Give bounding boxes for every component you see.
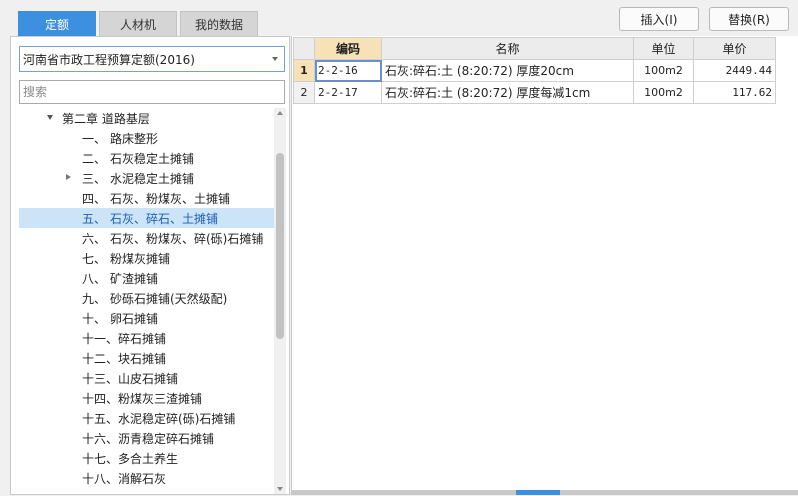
collapse-arrow-icon[interactable]	[66, 174, 71, 180]
cell-unit[interactable]: 100m2	[633, 81, 694, 104]
tree-item[interactable]: 八、 矿渣摊铺	[19, 268, 275, 288]
tree-item-label: 矿渣摊铺	[110, 271, 159, 286]
tab-my-data[interactable]: 我的数据	[180, 11, 258, 36]
column-header-code[interactable]: 编码	[314, 37, 382, 60]
corner-cell	[293, 37, 315, 60]
tree-item-number: 五、	[82, 211, 107, 226]
tree-item-label: 石灰、碎石、土摊铺	[110, 211, 219, 226]
tree-item[interactable]: 十五、 水泥稳定碎(砾)石摊铺	[19, 408, 275, 428]
tree-item-number: 十三、	[82, 371, 119, 386]
column-header-name[interactable]: 名称	[381, 37, 634, 60]
tree-item-number: 十、	[82, 311, 107, 326]
replace-button[interactable]: 替换(R)	[709, 7, 789, 31]
tree-item[interactable]: 第二章 道路基层	[19, 108, 275, 128]
cell-unit[interactable]: 100m2	[633, 59, 694, 82]
tree-item-number: 四、	[82, 191, 107, 206]
tree-item[interactable]: 三、 水泥稳定土摊铺	[19, 168, 275, 188]
tree-item[interactable]: 十七、 多合土养生	[19, 448, 275, 468]
cell-code[interactable]: 2-2-17	[314, 81, 382, 104]
tree-item[interactable]: 九、 砂砾石摊铺(天然级配)	[19, 288, 275, 308]
tree-scrollbar[interactable]	[274, 108, 286, 494]
tree-item[interactable]: 六、 石灰、粉煤灰、碎(砾)石摊铺	[19, 228, 275, 248]
tree-item[interactable]: 十八、 消解石灰	[19, 468, 275, 488]
tree-item-label: 路床整形	[110, 131, 159, 146]
cell-code[interactable]: 2-2-16	[314, 59, 382, 82]
cell-price[interactable]: 117.62	[693, 81, 776, 104]
tree-item[interactable]: 七、 粉煤灰摊铺	[19, 248, 275, 268]
expand-arrow-icon[interactable]	[47, 115, 53, 120]
tree-item-number: 七、	[82, 251, 107, 266]
search-input[interactable]	[19, 80, 285, 104]
tree-item[interactable]: 十四、 粉煤灰三渣摊铺	[19, 388, 275, 408]
chevron-down-icon	[272, 57, 278, 61]
tree-item-label: 第二章 道路基层	[62, 111, 150, 126]
scrollbar-thumb[interactable]	[276, 153, 284, 339]
tree-item[interactable]: 四、 石灰、粉煤灰、土摊铺	[19, 188, 275, 208]
table-row[interactable]: 2 2-2-17 石灰:碎石:土 (8:20:72) 厚度每减1cm 100m2…	[293, 81, 776, 104]
tree-item-label: 消解石灰	[118, 471, 167, 486]
splitter-handle[interactable]	[516, 490, 560, 495]
tree-item-number: 二、	[82, 151, 107, 166]
column-header-price[interactable]: 单价	[693, 37, 776, 60]
tree-item-label: 石灰、粉煤灰、土摊铺	[110, 191, 231, 206]
tree-item-number: 十一、	[82, 331, 119, 346]
chapter-tree: 第二章 道路基层 一、 路床整形 二、 石灰稳定土摊铺 三、 水泥稳定土摊铺 四、 石灰、粉煤灰…	[19, 108, 275, 496]
cell-name[interactable]: 石灰:碎石:土 (8:20:72) 厚度每减1cm	[381, 81, 634, 104]
left-panel: 河南省市政工程预算定额(2016) 第二章 道路基层一、路床整形二、石灰稳定土摊…	[10, 36, 290, 495]
tree-item-number: 十六、	[82, 431, 119, 446]
tree-item[interactable]: 十三、 山皮石摊铺	[19, 368, 275, 388]
tree-item-label: 沥青稳定碎石摊铺	[118, 431, 215, 446]
tree-item-label: 块石摊铺	[118, 351, 167, 366]
tree-item-label: 粉煤灰摊铺	[110, 251, 171, 266]
tab-labor-material-machine[interactable]: 人材机	[99, 11, 177, 36]
tree-item-number: 三、	[82, 171, 107, 186]
tree-item-label: 石灰稳定土摊铺	[110, 151, 195, 166]
tree-item-label: 山皮石摊铺	[118, 371, 179, 386]
tree-item-number: 十八、	[82, 471, 119, 486]
scroll-down-icon[interactable]	[277, 487, 283, 491]
tree-item-number: 一、	[82, 131, 107, 146]
library-tabs: 定额 人材机 我的数据	[18, 11, 261, 36]
tree-item-number: 九、	[82, 291, 107, 306]
table-header-row: 编码 名称 单位 单价	[293, 37, 776, 60]
tree-item-label: 水泥稳定土摊铺	[110, 171, 195, 186]
tree-item[interactable]: 十一、 碎石摊铺	[19, 328, 275, 348]
tree-item[interactable]: 一、 路床整形	[19, 128, 275, 148]
tree-item[interactable]: 二、 石灰稳定土摊铺	[19, 148, 275, 168]
cell-price[interactable]: 2449.44	[693, 59, 776, 82]
tree-item-number: 六、	[82, 231, 107, 246]
table-row[interactable]: 1 2-2-16 石灰:碎石:土 (8:20:72) 厚度20cm 100m2 …	[293, 59, 776, 82]
tree-item-number: 八、	[82, 271, 107, 286]
tree-item-number: 十七、	[82, 451, 119, 466]
tree-item[interactable]: 十、 卵石摊铺	[19, 308, 275, 328]
tree-item-number: 十四、	[82, 391, 119, 406]
tree-item[interactable]: 十二、 块石摊铺	[19, 348, 275, 368]
tree-item-label: 多合土养生	[118, 451, 179, 466]
column-header-unit[interactable]: 单位	[633, 37, 694, 60]
scroll-up-icon[interactable]	[277, 111, 283, 115]
tab-quota[interactable]: 定额	[18, 11, 96, 36]
tree-item[interactable]: 十六、 沥青稳定碎石摊铺	[19, 428, 275, 448]
tree-item-label: 碎石摊铺	[118, 331, 167, 346]
tree-item-label: 粉煤灰三渣摊铺	[118, 391, 203, 406]
tree-item-label: 砂砾石摊铺(天然级配)	[110, 291, 228, 306]
tree-item-number: 十二、	[82, 351, 119, 366]
tree-item-label: 卵石摊铺	[110, 311, 159, 326]
tree-item-label: 水泥稳定碎(砾)石摊铺	[118, 411, 236, 426]
cell-name[interactable]: 石灰:碎石:土 (8:20:72) 厚度20cm	[381, 59, 634, 82]
tree-item-label: 石灰、粉煤灰、碎(砾)石摊铺	[110, 231, 264, 246]
quota-table: 编码 名称 单位 单价 1 2-2-16 石灰:碎石:土 (8:20:72) 厚…	[293, 37, 776, 104]
quota-library-select[interactable]: 河南省市政工程预算定额(2016)	[19, 46, 285, 72]
row-index: 2	[293, 81, 315, 104]
quota-grid-panel: 编码 名称 单位 单价 1 2-2-16 石灰:碎石:土 (8:20:72) 厚…	[291, 36, 798, 495]
quota-library-value: 河南省市政工程预算定额(2016)	[23, 52, 195, 67]
tree-item-number: 十五、	[82, 411, 119, 426]
row-index: 1	[293, 59, 315, 82]
tree-item[interactable]: 五、 石灰、碎石、土摊铺	[19, 208, 275, 228]
insert-button[interactable]: 插入(I)	[619, 7, 699, 31]
